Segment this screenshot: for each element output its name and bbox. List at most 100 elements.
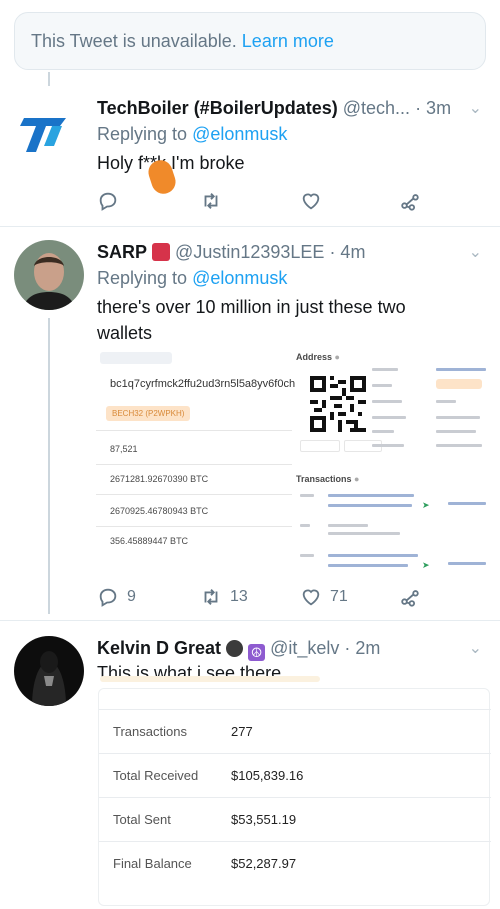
thread-connector [48, 318, 50, 614]
detail-value [436, 444, 482, 447]
row-label: Total Received [113, 768, 199, 783]
action-bar [97, 190, 427, 216]
address-type-tag: BECH32 (P2WPKH) [106, 406, 191, 421]
like-icon [302, 193, 320, 210]
address-heading: Address ● [296, 352, 340, 362]
attached-image-balance-table[interactable]: Transactions 277 Total Received $105,839… [98, 688, 491, 906]
table-row: Transactions 277 [99, 709, 491, 753]
row-label: Transactions [113, 724, 187, 739]
arrow-right-icon: ➤ [422, 560, 430, 570]
handle[interactable]: @Justin12393LEE [175, 242, 324, 262]
share-button[interactable] [399, 586, 421, 608]
share-icon [401, 194, 419, 211]
tweet-header: Kelvin D Great ☮ @it_kelv · 2m [97, 638, 380, 661]
timestamp[interactable]: · 4m [329, 242, 365, 262]
detail-label [372, 368, 398, 371]
reply-button[interactable] [97, 190, 127, 212]
arrow-right-icon: ➤ [422, 500, 430, 510]
tweet-text: there's over 10 million in just these tw… [97, 297, 406, 343]
table-row: Total Received $105,839.16 [99, 753, 491, 797]
profile-photo [14, 240, 84, 310]
tx-output [448, 562, 486, 565]
like-icon [302, 589, 320, 606]
detail-tag [436, 379, 482, 389]
avatar[interactable] [14, 636, 84, 706]
detail-label [372, 384, 392, 387]
reply-icon [99, 192, 117, 211]
replying-to: Replying to @elonmusk [97, 268, 287, 289]
unavailable-tweet-banner: This Tweet is unavailable. Learn more [14, 12, 486, 70]
reply-prefix: Replying to [97, 268, 188, 288]
retweet-icon [204, 193, 218, 209]
learn-more-link[interactable]: Learn more [242, 31, 334, 51]
tx-address [328, 564, 408, 567]
transactions-heading: Transactions ● [296, 474, 360, 484]
detail-label [372, 430, 394, 433]
table-row: Total Sent $53,551.19 [99, 797, 491, 841]
like-count: 71 [330, 588, 348, 605]
display-name[interactable]: TechBoiler (#BoilerUpdates) [97, 98, 338, 118]
avatar[interactable] [16, 102, 76, 162]
payment-request-button[interactable] [300, 440, 340, 452]
row-label: Final Balance [113, 856, 192, 871]
tx-fee [328, 532, 400, 535]
wallet-address: bc1q7cyrfmck2ffu2ud3rn5l5a8yv6f0ch [110, 378, 296, 390]
row-divider [96, 494, 292, 495]
display-name[interactable]: SARP [97, 242, 147, 262]
tx-label [300, 494, 314, 497]
reply-icon [99, 588, 117, 607]
retweet-icon [204, 589, 218, 605]
avatar[interactable] [14, 240, 84, 310]
row-value: 277 [231, 724, 253, 739]
row-value: $52,287.97 [231, 856, 297, 871]
chevron-down-icon[interactable]: ⌄ [469, 98, 482, 118]
tx-label [300, 554, 314, 557]
thread-connector [48, 72, 50, 86]
tx-output [448, 502, 486, 505]
wallet-row-2: 2671281.92670390 BTC [110, 474, 209, 484]
row-value: $53,551.19 [231, 812, 297, 827]
reply-prefix: Replying to [97, 124, 188, 144]
reply-to-link[interactable]: @elonmusk [192, 268, 287, 288]
wallet-row-3: 2670925.46780943 BTC [110, 506, 209, 516]
timestamp[interactable]: · 3m [415, 98, 451, 118]
retweet-button[interactable]: 13 [200, 586, 248, 608]
display-name[interactable]: Kelvin D Great [97, 638, 221, 658]
reply-button[interactable]: 9 [97, 586, 136, 608]
tx-fee [328, 524, 368, 527]
like-button[interactable]: 71 [300, 586, 348, 608]
detail-label [372, 400, 402, 403]
row-value: $105,839.16 [231, 768, 304, 783]
handle[interactable]: @tech... [343, 98, 410, 118]
attached-image[interactable]: bc1q7cyrfmck2ffu2ud3rn5l5a8yv6f0ch BECH3… [96, 346, 492, 572]
chevron-down-icon[interactable]: ⌄ [469, 638, 482, 658]
wallet-row-1: 87,521 [110, 444, 138, 454]
unavailable-text: This Tweet is unavailable. [31, 31, 237, 51]
detail-label [372, 444, 404, 447]
row-divider [96, 526, 292, 527]
like-button[interactable] [300, 190, 330, 212]
retweet-button[interactable] [200, 190, 230, 212]
tweet-header: TechBoiler (#BoilerUpdates) @tech... · 3… [97, 98, 451, 119]
reply-to-link[interactable]: @elonmusk [192, 124, 287, 144]
tweet-text: This is what i see there [97, 663, 282, 683]
peace-emoji-icon: ☮ [248, 644, 266, 661]
action-bar: 9 13 71 [97, 586, 427, 612]
handle[interactable]: @it_kelv [270, 638, 339, 658]
wallet-row-4: 356.45889447 BTC [110, 536, 189, 546]
chevron-down-icon[interactable]: ⌄ [469, 242, 482, 262]
retweet-count: 13 [230, 588, 248, 605]
share-icon [401, 590, 419, 607]
detail-value [436, 368, 486, 371]
blurred-label [100, 352, 172, 364]
qr-code [310, 376, 366, 432]
tx-hash [328, 494, 414, 497]
share-button[interactable] [399, 190, 421, 212]
detail-value [436, 416, 480, 419]
tx-label [300, 524, 310, 527]
timestamp[interactable]: · 2m [344, 638, 380, 658]
profile-photo [14, 636, 84, 706]
detail-value [436, 430, 476, 433]
detail-label [372, 416, 406, 419]
gorilla-emoji-icon [226, 640, 244, 657]
